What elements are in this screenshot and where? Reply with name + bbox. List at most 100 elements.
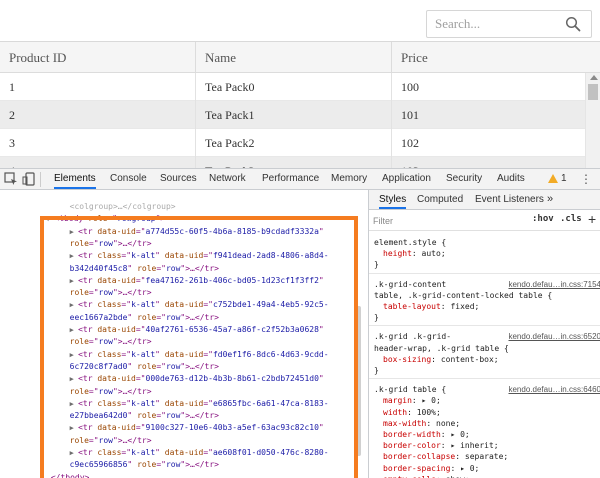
dom-tree-line[interactable]: ▶ <tr class="k-alt" data-uid="c752bde1-4…: [70, 299, 329, 311]
collapse-triangle-icon[interactable]: ▶: [70, 277, 78, 285]
collapse-triangle-icon[interactable]: ▶: [70, 326, 78, 334]
collapse-triangle-icon[interactable]: ▶: [70, 449, 78, 457]
tab-memory[interactable]: Memory: [331, 169, 367, 189]
css-property-value[interactable]: ▸ 0;: [460, 464, 479, 473]
style-declaration[interactable]: box-sizing: content-box;: [383, 354, 499, 365]
elements-tree-panel[interactable]: <colgroup>…</colgroup> ▼ <tbody role="row…: [0, 190, 367, 478]
css-property-value[interactable]: ▸ 0;: [422, 396, 441, 405]
tab-network[interactable]: Network: [209, 169, 246, 189]
style-declaration[interactable]: max-width: none;: [383, 418, 460, 429]
dom-tree-line[interactable]: ▶ <tr class="k-alt" data-uid="ae608f01-d…: [70, 447, 329, 459]
css-property-value[interactable]: none;: [436, 419, 460, 428]
elements-scrollbar-thumb[interactable]: [356, 306, 361, 456]
table-row[interactable]: 4 Tea Pack3 103: [0, 157, 585, 168]
tab-application[interactable]: Application: [382, 169, 431, 189]
dom-tree-line[interactable]: ▶ <tr class="k-alt" data-uid="e6865fbc-6…: [70, 398, 329, 410]
class-toggle-button[interactable]: .cls: [560, 214, 582, 224]
dom-tree-line[interactable]: b342d40f45c8" role="row">…</tr>: [70, 263, 219, 275]
dom-tree-line[interactable]: ▶ <tr data-uid="a774d55c-60f5-4b6a-8185-…: [70, 226, 324, 238]
dom-tree-line[interactable]: role="row">…</tr>: [70, 386, 152, 398]
table-row[interactable]: 2 Tea Pack1 101: [0, 101, 585, 129]
style-rule[interactable]: element.style {height: auto;}: [369, 234, 600, 274]
stylesheet-source-link[interactable]: kendo.defau…in.css:7154: [508, 279, 600, 290]
device-toolbar-icon[interactable]: [22, 172, 36, 186]
dom-tree-line[interactable]: ▼ <tbody role="rowgroup">: [46, 213, 165, 225]
css-selector[interactable]: .k-grid table {: [374, 384, 446, 395]
tab-security[interactable]: Security: [446, 169, 482, 189]
css-property-name[interactable]: max-width: [383, 419, 426, 428]
warning-icon[interactable]: [548, 174, 558, 183]
scrollbar-thumb[interactable]: [588, 84, 598, 100]
style-declaration[interactable]: height: auto;: [383, 248, 446, 259]
style-declaration[interactable]: border-collapse: separate;: [383, 451, 508, 462]
css-property-name[interactable]: margin: [383, 396, 412, 405]
css-property-name[interactable]: width: [383, 408, 407, 417]
style-rule[interactable]: .k-grid table {margin: ▸ 0; width: 100%; m…: [369, 381, 600, 478]
dom-tree-line[interactable]: 6c720c8f7ad0" role="row">…</tr>: [70, 361, 219, 373]
stylesheet-source-link[interactable]: kendo.defau…in.css:6520: [508, 331, 600, 342]
tab-performance[interactable]: Performance: [262, 169, 319, 189]
dom-tree-line[interactable]: </tbody>: [51, 472, 90, 478]
dom-tree-line[interactable]: e27bbea642d0" role="row">…</tr>: [70, 410, 219, 422]
more-options-icon[interactable]: ⋮: [580, 173, 592, 185]
dom-tree-line[interactable]: <colgroup>…</colgroup>: [70, 201, 176, 213]
style-declaration[interactable]: table-layout: fixed;: [383, 301, 479, 312]
new-style-rule-button[interactable]: +: [588, 211, 596, 227]
hover-state-button[interactable]: :hov: [532, 214, 554, 224]
collapse-triangle-icon[interactable]: ▶: [70, 424, 78, 432]
inspect-element-icon[interactable]: [4, 172, 18, 186]
css-property-name[interactable]: border-width: [383, 430, 441, 439]
style-declaration[interactable]: width: 100%;: [383, 407, 441, 418]
search-icon[interactable]: [565, 16, 581, 32]
more-tabs-icon[interactable]: »: [547, 190, 553, 209]
style-rule[interactable]: .k-grid .k-grid-header-wrap, .k-grid tab…: [369, 328, 600, 380]
style-declaration[interactable]: border-width: ▸ 0;: [383, 429, 470, 440]
tab-sources[interactable]: Sources: [160, 169, 197, 189]
warning-count[interactable]: 1: [561, 169, 567, 189]
style-declaration[interactable]: margin: ▸ 0;: [383, 395, 441, 406]
dom-tree-line[interactable]: ▶ <tr class="k-alt" data-uid="fd0ef1f6-8…: [70, 349, 329, 361]
css-property-value[interactable]: fixed;: [450, 302, 479, 311]
search-box[interactable]: [426, 10, 592, 38]
tab-elements[interactable]: Elements: [54, 169, 96, 189]
style-declaration[interactable]: empty-cells: show;: [383, 474, 470, 478]
css-property-name[interactable]: border-color: [383, 441, 441, 450]
css-selector[interactable]: table, .k-grid-content-locked table {: [374, 290, 552, 301]
dom-tree-line[interactable]: role="row">…</tr>: [70, 287, 152, 299]
css-selector[interactable]: header-wrap, .k-grid table {: [374, 343, 509, 354]
collapse-triangle-icon[interactable]: ▶: [70, 400, 78, 408]
collapse-triangle-icon[interactable]: ▶: [70, 228, 78, 236]
grid-scrollbar[interactable]: [585, 73, 600, 168]
css-property-name[interactable]: table-layout: [383, 302, 441, 311]
collapse-triangle-icon[interactable]: ▶: [70, 252, 78, 260]
tab-event-listeners[interactable]: Event Listeners: [475, 190, 544, 209]
css-property-value[interactable]: separate;: [465, 452, 508, 461]
tab-console[interactable]: Console: [110, 169, 147, 189]
tab-audits[interactable]: Audits: [497, 169, 525, 189]
collapse-triangle-icon[interactable]: ▶: [70, 351, 78, 359]
css-property-name[interactable]: border-spacing: [383, 464, 450, 473]
style-rule[interactable]: .k-grid-content table, .k-grid-content-lo…: [369, 276, 600, 327]
dom-tree-line[interactable]: role="row">…</tr>: [70, 435, 152, 447]
dom-tree-line[interactable]: c9ec65966856" role="row">…</tr>: [70, 459, 219, 471]
style-declaration[interactable]: border-color: ▸ inherit;: [383, 440, 499, 451]
css-property-name[interactable]: border-collapse: [383, 452, 455, 461]
css-property-value[interactable]: ▸ inherit;: [450, 441, 498, 450]
table-row[interactable]: 3 Tea Pack2 102: [0, 129, 585, 157]
collapse-triangle-icon[interactable]: ▶: [70, 375, 78, 383]
column-header-name[interactable]: Name: [196, 42, 392, 73]
css-property-value[interactable]: ▸ 0;: [450, 430, 469, 439]
stylesheet-source-link[interactable]: kendo.defau…in.css:6460: [508, 384, 600, 395]
tab-styles[interactable]: Styles: [379, 190, 407, 209]
dom-tree-line[interactable]: ▶ <tr data-uid="fea47162-261b-406c-bd05-…: [70, 275, 324, 287]
search-input[interactable]: [427, 11, 563, 37]
scroll-up-arrow-icon[interactable]: [590, 75, 598, 80]
css-selector[interactable]: element.style {: [374, 237, 446, 248]
dom-tree-line[interactable]: ▶ <tr data-uid="40af2761-6536-45a7-a86f-…: [70, 324, 324, 336]
dom-tree-line[interactable]: role="row">…</tr>: [70, 336, 152, 348]
dom-tree-line[interactable]: eec1667a2bde" role="row">…</tr>: [70, 312, 219, 324]
column-header-price[interactable]: Price: [392, 42, 600, 73]
css-property-name[interactable]: box-sizing: [383, 355, 431, 364]
collapse-triangle-icon[interactable]: ▶: [70, 301, 78, 309]
dom-tree-line[interactable]: ▶ <tr class="k-alt" data-uid="f941dead-2…: [70, 250, 329, 262]
